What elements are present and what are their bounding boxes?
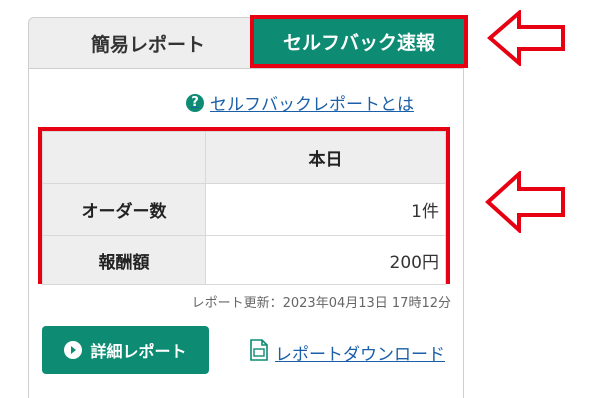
- selfback-report-help-link[interactable]: ? セルフバックレポートとは: [186, 90, 414, 115]
- value-reward: 200円: [205, 235, 446, 285]
- row-label-reward: 報酬額: [42, 235, 206, 285]
- detail-report-label: 詳細レポート: [90, 342, 187, 361]
- tab-selfback-news-label: セルフバック速報: [282, 32, 435, 54]
- help-link-label: セルフバックレポートとは: [210, 95, 414, 115]
- report-updated-timestamp: レポート更新：2023年04月13日 17時12分: [191, 296, 451, 311]
- left-arrow-annotation-icon: [485, 171, 565, 233]
- report-table: 本日 オーダー数 1件 報酬額 200円: [42, 131, 446, 285]
- detail-report-button[interactable]: 詳細レポート: [42, 326, 209, 374]
- table-row: 報酬額 200円: [42, 235, 446, 285]
- tab-selfback-news[interactable]: セルフバック速報: [250, 15, 468, 68]
- column-header-today: 本日: [205, 131, 446, 184]
- play-circle-icon: [64, 341, 83, 359]
- download-link-label: レポートダウンロード: [275, 345, 445, 365]
- report-download-link[interactable]: レポートダウンロード: [249, 339, 445, 366]
- row-label-orders: オーダー数: [42, 183, 206, 236]
- value-orders: 1件: [205, 183, 446, 236]
- tab-simple-report-label: 簡易レポート: [90, 34, 205, 56]
- report-table-highlight: 本日 オーダー数 1件 報酬額 200円: [38, 127, 450, 285]
- table-row: オーダー数 1件: [42, 183, 446, 236]
- tab-simple-report[interactable]: 簡易レポート: [28, 17, 268, 69]
- left-arrow-annotation-icon: [487, 10, 565, 66]
- csv-file-icon: [249, 339, 269, 366]
- table-corner: [42, 131, 206, 184]
- question-circle-icon: ?: [186, 93, 204, 112]
